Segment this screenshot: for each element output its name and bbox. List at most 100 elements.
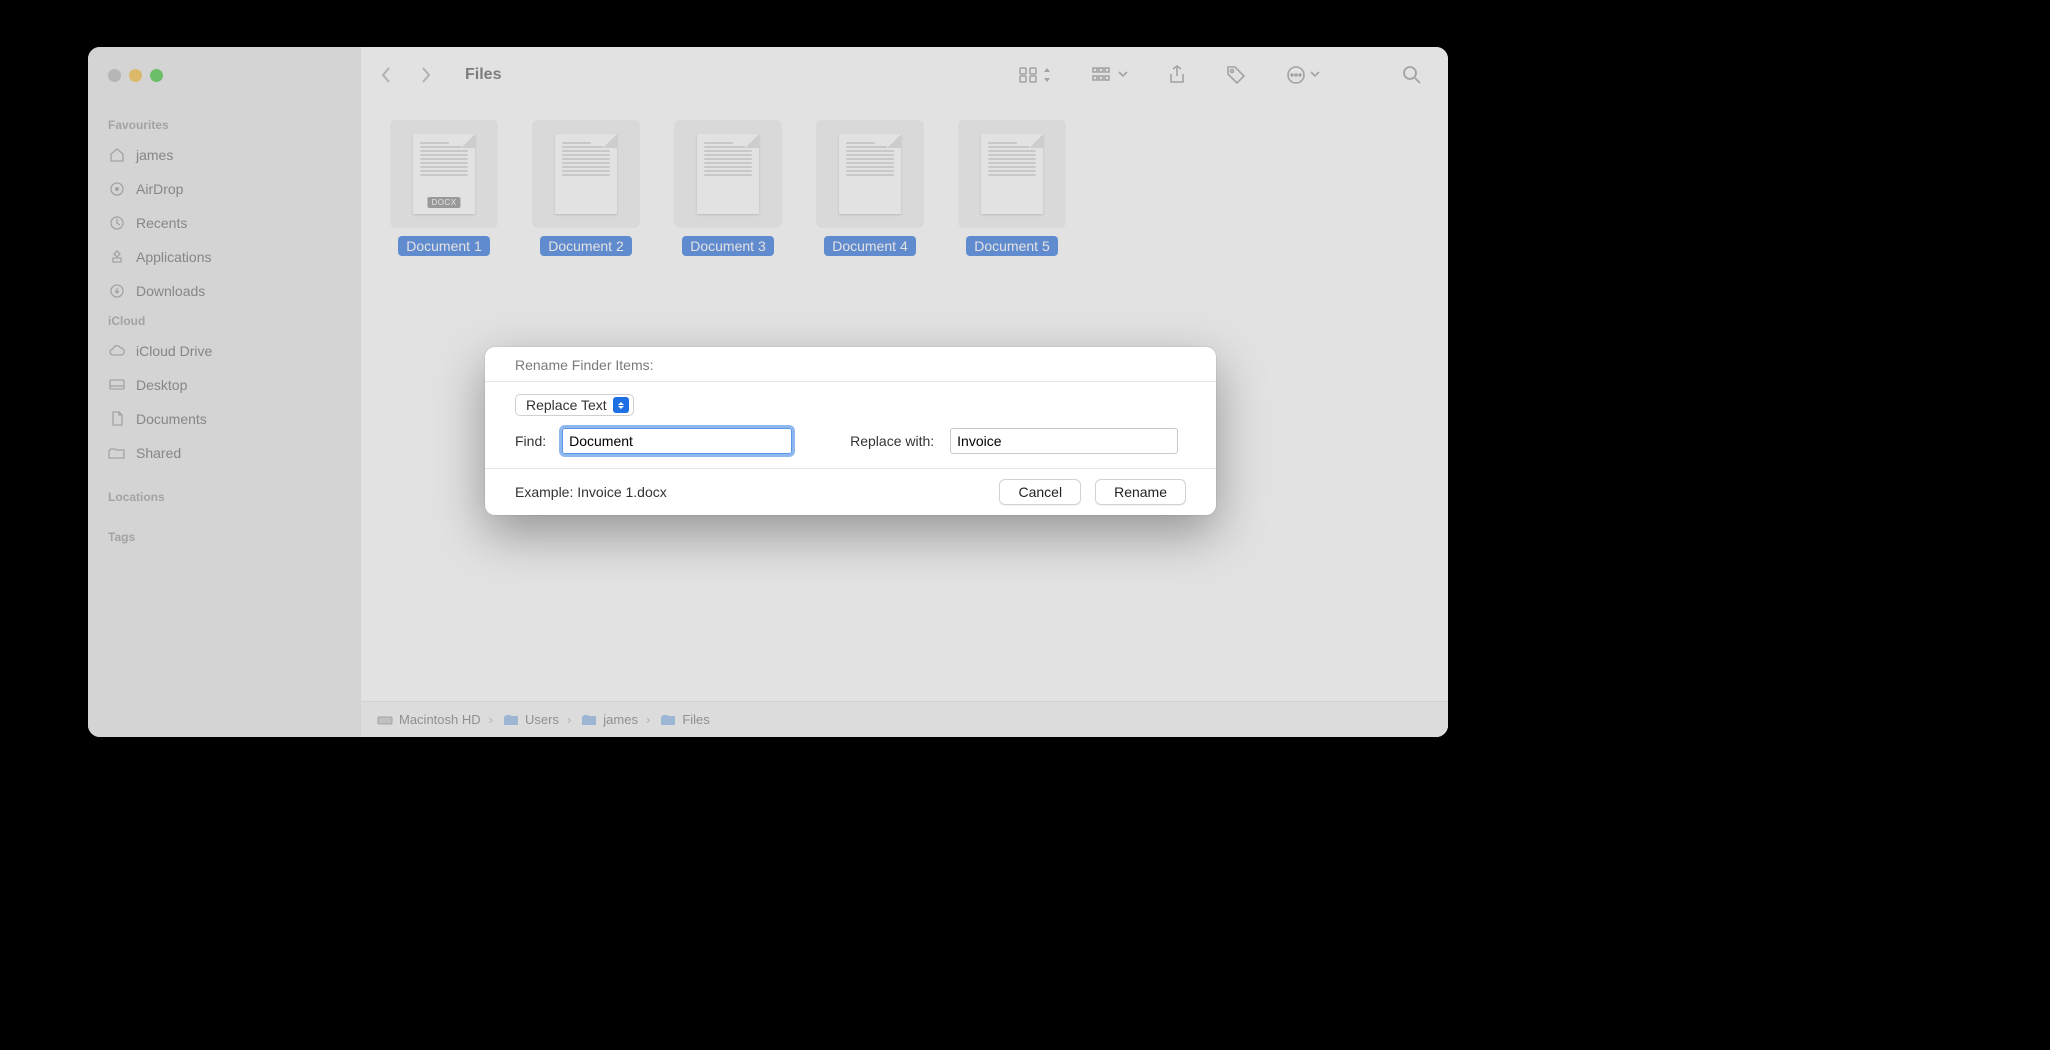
traffic-lights bbox=[88, 69, 361, 82]
nav-back-button[interactable] bbox=[375, 64, 397, 86]
close-window-button[interactable] bbox=[108, 69, 121, 82]
sidebar-item-airdrop[interactable]: AirDrop bbox=[88, 172, 361, 206]
file-item[interactable]: Document 5 bbox=[957, 120, 1067, 256]
chevron-updown-icon bbox=[613, 397, 629, 413]
chevron-down-icon bbox=[1118, 71, 1128, 79]
rename-mode-label: Replace Text bbox=[526, 397, 607, 413]
view-mode-button[interactable] bbox=[1012, 62, 1058, 88]
path-label: james bbox=[603, 712, 638, 727]
find-label: Find: bbox=[515, 433, 546, 449]
apps-icon bbox=[108, 248, 126, 266]
sidebar: Favourites james AirDrop Recents Applica… bbox=[88, 47, 361, 737]
more-button[interactable] bbox=[1280, 61, 1326, 89]
path-crumb[interactable]: Macintosh HD › bbox=[377, 712, 495, 727]
window-title: Files bbox=[465, 66, 501, 84]
tag-button[interactable] bbox=[1220, 61, 1252, 89]
rename-mode-select[interactable]: Replace Text bbox=[515, 394, 634, 416]
chevron-down-icon bbox=[1310, 71, 1320, 79]
file-thumbnail bbox=[532, 120, 640, 228]
sidebar-item-icloud-drive[interactable]: iCloud Drive bbox=[88, 334, 361, 368]
sidebar-item-label: Desktop bbox=[136, 377, 187, 393]
document-icon bbox=[839, 134, 901, 214]
path-crumb[interactable]: Users › bbox=[503, 712, 573, 727]
cancel-button[interactable]: Cancel bbox=[999, 479, 1081, 505]
chevron-right-icon: › bbox=[489, 712, 493, 727]
sidebar-item-label: AirDrop bbox=[136, 181, 183, 197]
chevron-updown-icon bbox=[1042, 68, 1052, 82]
document-icon bbox=[555, 134, 617, 214]
sidebar-section-tags: Tags bbox=[88, 524, 361, 550]
grid-icon bbox=[1018, 66, 1038, 84]
example-text: Example: Invoice 1.docx bbox=[515, 484, 667, 500]
finder-window: Favourites james AirDrop Recents Applica… bbox=[88, 47, 1448, 737]
file-name-label[interactable]: Document 2 bbox=[540, 236, 631, 256]
file-thumbnail bbox=[674, 120, 782, 228]
file-name-label[interactable]: Document 5 bbox=[966, 236, 1057, 256]
zoom-window-button[interactable] bbox=[150, 69, 163, 82]
document-icon bbox=[697, 134, 759, 214]
file-name-label[interactable]: Document 4 bbox=[824, 236, 915, 256]
rename-button[interactable]: Rename bbox=[1095, 479, 1186, 505]
disk-icon bbox=[377, 714, 393, 726]
search-button[interactable] bbox=[1396, 61, 1428, 89]
sidebar-item-downloads[interactable]: Downloads bbox=[88, 274, 361, 308]
chevron-right-icon: › bbox=[646, 712, 650, 727]
shared-icon bbox=[108, 444, 126, 462]
file-ext-badge: DOCX bbox=[427, 197, 460, 208]
share-button[interactable] bbox=[1162, 61, 1192, 89]
folder-icon bbox=[503, 714, 519, 726]
airdrop-icon bbox=[108, 180, 126, 198]
file-name-label[interactable]: Document 3 bbox=[682, 236, 773, 256]
file-thumbnail bbox=[958, 120, 1066, 228]
nav-forward-button[interactable] bbox=[415, 64, 437, 86]
sidebar-item-recents[interactable]: Recents bbox=[88, 206, 361, 240]
file-item[interactable]: Document 3 bbox=[673, 120, 783, 256]
file-item[interactable]: Document 4 bbox=[815, 120, 925, 256]
sidebar-item-label: james bbox=[136, 147, 173, 163]
search-icon bbox=[1402, 65, 1422, 85]
sidebar-item-label: Shared bbox=[136, 445, 181, 461]
path-label: Macintosh HD bbox=[399, 712, 481, 727]
sidebar-item-shared[interactable]: Shared bbox=[88, 436, 361, 470]
replace-input[interactable] bbox=[950, 428, 1178, 454]
sidebar-section-favourites: Favourites bbox=[88, 112, 361, 138]
path-bar: Macintosh HD › Users › james › Files bbox=[361, 701, 1448, 737]
minimize-window-button[interactable] bbox=[129, 69, 142, 82]
sidebar-item-label: iCloud Drive bbox=[136, 343, 212, 359]
group-by-button[interactable] bbox=[1086, 63, 1134, 87]
group-icon bbox=[1092, 67, 1114, 83]
file-thumbnail bbox=[816, 120, 924, 228]
sidebar-item-label: Documents bbox=[136, 411, 207, 427]
rename-dialog: Rename Finder Items: Replace Text Find: … bbox=[485, 347, 1216, 515]
path-crumb[interactable]: Files bbox=[660, 712, 709, 727]
folder-icon bbox=[660, 714, 676, 726]
cloud-icon bbox=[108, 342, 126, 360]
path-crumb[interactable]: james › bbox=[581, 712, 652, 727]
find-input[interactable] bbox=[562, 428, 792, 454]
file-name-label[interactable]: Document 1 bbox=[398, 236, 489, 256]
sidebar-section-icloud: iCloud bbox=[88, 308, 361, 334]
document-icon: DOCX bbox=[413, 134, 475, 214]
sidebar-item-label: Downloads bbox=[136, 283, 205, 299]
file-item[interactable]: DOCX Document 1 bbox=[389, 120, 499, 256]
download-icon bbox=[108, 282, 126, 300]
file-item[interactable]: Document 2 bbox=[531, 120, 641, 256]
desktop-icon bbox=[108, 376, 126, 394]
sidebar-item-documents[interactable]: Documents bbox=[88, 402, 361, 436]
chevron-right-icon: › bbox=[567, 712, 571, 727]
ellipsis-circle-icon bbox=[1286, 65, 1306, 85]
sidebar-item-desktop[interactable]: Desktop bbox=[88, 368, 361, 402]
sidebar-item-applications[interactable]: Applications bbox=[88, 240, 361, 274]
dialog-title: Rename Finder Items: bbox=[485, 347, 1216, 381]
path-label: Files bbox=[682, 712, 709, 727]
toolbar: Files bbox=[361, 47, 1448, 102]
sidebar-section-locations: Locations bbox=[88, 484, 361, 510]
folder-icon bbox=[581, 714, 597, 726]
file-thumbnail: DOCX bbox=[390, 120, 498, 228]
share-icon bbox=[1168, 65, 1186, 85]
sidebar-item-home[interactable]: james bbox=[88, 138, 361, 172]
tag-icon bbox=[1226, 65, 1246, 85]
replace-label: Replace with: bbox=[850, 433, 934, 449]
clock-icon bbox=[108, 214, 126, 232]
document-icon bbox=[981, 134, 1043, 214]
